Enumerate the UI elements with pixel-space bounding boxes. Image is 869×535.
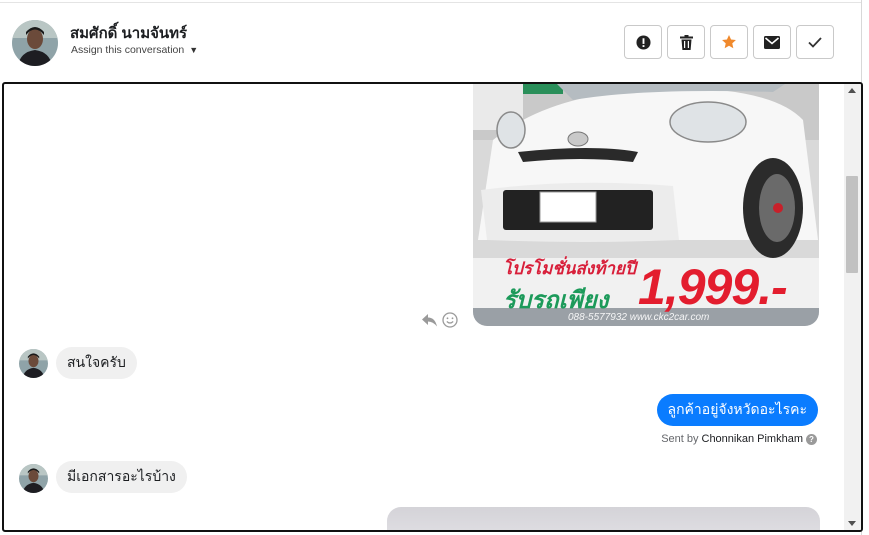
promo-contact: 088-5577932 www.ckc2car.com <box>568 312 710 323</box>
scroll-up-arrow-icon[interactable] <box>848 88 856 93</box>
incoming-message: สนใจครับ <box>56 347 137 379</box>
contact-avatar[interactable] <box>12 20 58 66</box>
scroll-down-arrow-icon[interactable] <box>848 521 856 526</box>
assign-conversation-dropdown[interactable]: Assign this conversation ▼ <box>71 44 198 56</box>
trash-icon <box>679 34 693 50</box>
mark-unread-button[interactable] <box>753 25 791 59</box>
mark-done-button[interactable] <box>796 25 834 59</box>
star-icon <box>722 35 736 49</box>
exclamation-circle-icon <box>635 34 651 50</box>
contact-name: สมศักดิ์ นามจันทร์ <box>70 25 188 42</box>
checkmark-icon <box>808 36 822 48</box>
car-promo-image[interactable]: โปรโมชั่นส่งท้ายปี รับรถเพียง 1,999.- 08… <box>473 84 819 326</box>
star-button[interactable] <box>710 25 748 59</box>
promo-price: 1,999.- <box>638 259 788 315</box>
sender-avatar[interactable] <box>19 464 48 493</box>
scrollbar-thumb[interactable] <box>846 176 858 273</box>
envelope-icon <box>764 35 780 49</box>
sender-avatar[interactable] <box>19 349 48 378</box>
assign-label: Assign this conversation <box>71 44 185 56</box>
message-thread[interactable]: โปรโมชั่นส่งท้ายปี รับรถเพียง 1,999.- 08… <box>2 82 863 532</box>
outgoing-message: ลูกค้าอยู่จังหวัดอะไรคะ <box>656 394 818 426</box>
emoji-reaction-icon[interactable] <box>442 312 458 328</box>
caret-down-icon: ▼ <box>189 45 199 55</box>
messenger-conversation-view: สมศักดิ์ นามจันทร์ Assign this conversat… <box>0 0 869 535</box>
conversation-header: สมศักดิ์ นามจันทร์ Assign this conversat… <box>0 3 861 81</box>
help-icon[interactable]: ? <box>806 433 817 445</box>
promo-headline: โปรโมชั่นส่งท้ายปี <box>503 259 636 278</box>
reply-icon[interactable] <box>422 313 437 327</box>
sent-by-agent: Chonnikan Pimkham <box>701 433 804 445</box>
delete-button[interactable] <box>667 25 705 59</box>
sent-by-prefix: Sent by <box>661 433 699 445</box>
mark-spam-button[interactable] <box>624 25 662 59</box>
vertical-scrollbar[interactable] <box>844 84 861 530</box>
incoming-message: มีเอกสารอะไรบ้าง <box>56 461 187 493</box>
message-tools <box>422 312 458 328</box>
image-attachment-preview[interactable] <box>387 507 820 530</box>
sent-by-info: Sent by Chonnikan Pimkham ? <box>661 433 817 445</box>
